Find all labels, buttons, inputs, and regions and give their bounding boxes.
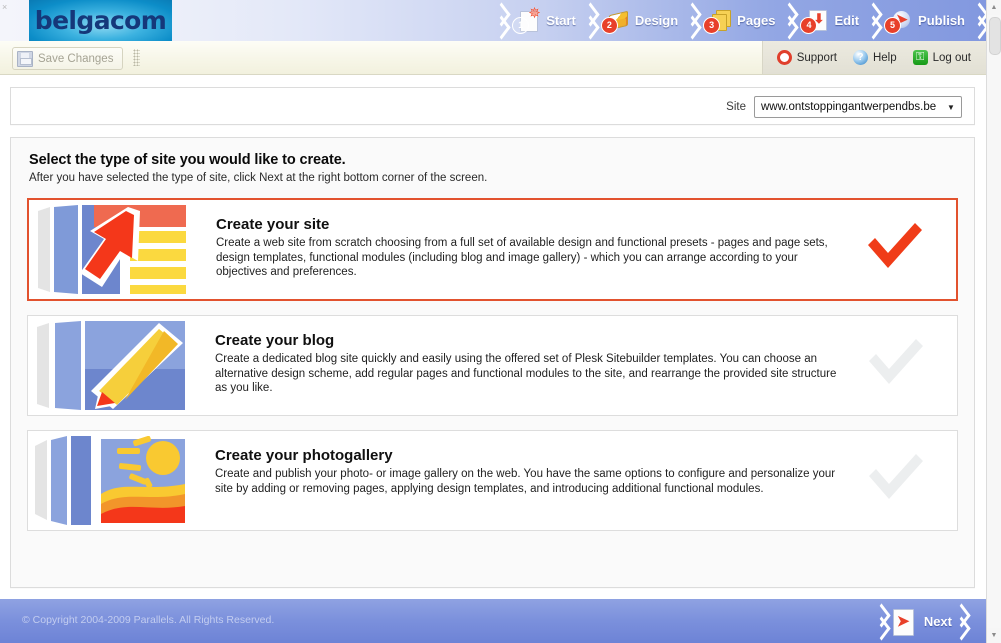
next-page-icon: ➤ [892,608,916,636]
checkmark-icon [866,222,924,270]
checkmark-icon [867,453,925,501]
support-link[interactable]: Support [776,50,837,65]
chevron-separator-icon [780,0,797,41]
application-footer: © Copyright 2004-2009 Parallels. All Rig… [0,598,987,643]
chevron-separator-icon [492,0,509,41]
site-label: Site [726,101,746,113]
vertical-scrollbar[interactable]: ▲ ▼ [986,0,1001,643]
option-title: Create your blog [215,332,335,349]
step-pages[interactable]: 3 Pages [700,0,780,41]
option-check-area[interactable] [849,316,957,415]
step-label: Start [546,13,576,28]
help-link[interactable]: ? Help [852,50,897,65]
step-label: Design [634,13,679,28]
logout-label: Log out [932,51,971,64]
save-changes-button[interactable]: Save Changes [12,47,124,70]
step-publish[interactable]: ➤ 5 Publish [881,0,970,41]
design-icon: 2 [600,7,631,35]
main-content-area: Site www.ontstoppingantwerpendbs.be ▼ Se… [0,75,987,598]
step-number: 5 [884,16,902,34]
site-selected-value: www.ontstoppingantwerpendbs.be [761,101,937,113]
step-label: Pages [737,13,776,28]
option-title: Create your photogallery [215,447,393,464]
help-label: Help [872,51,897,64]
option-create-your-photogallery[interactable]: Create your photogallery Create and publ… [27,430,958,531]
option-description: Create a dedicated blog site quickly and… [215,353,837,394]
step-design[interactable]: 2 Design [598,0,683,41]
site-selector-panel: Site www.ontstoppingantwerpendbs.be ▼ [10,87,975,125]
step-start[interactable]: ✵ 1 Start [509,0,581,41]
option-description: Create and publish your photo- or image … [215,468,836,495]
scroll-up-arrow-icon[interactable]: ▲ [987,0,1001,15]
chevron-separator-icon [970,0,987,41]
publish-icon: ➤ 5 [884,7,914,35]
thumb-art-site [34,205,186,294]
chevron-separator-icon [581,0,598,41]
sun-photo-thumbnail [33,436,185,525]
logout-link[interactable]: ⚿ Log out [912,50,971,65]
action-toolbar: Save Changes Support ? Help ⚿ Log out [0,41,987,75]
thumb-art-photogallery [33,436,185,525]
edit-icon: ⬇ 4 [800,7,830,35]
next-button[interactable]: ➤ Next [872,599,969,643]
option-text-block: Create your site Create a web site from … [186,200,848,299]
option-title: Create your site [216,216,330,233]
site-select[interactable]: www.ontstoppingantwerpendbs.be ▼ [754,96,962,118]
option-text-block: Create your photogallery Create and publ… [185,431,849,530]
application-header: belgacom ✵ 1 Start 2 Design 3 Pages ⬇ 4 … [0,0,987,41]
copyright-text: © Copyright 2004-2009 Parallels. All Rig… [22,614,275,626]
checkmark-icon [867,338,925,386]
step-number: 1 [512,16,530,34]
option-check-area[interactable] [848,200,956,299]
site-selector-row: Site www.ontstoppingantwerpendbs.be ▼ [726,96,962,118]
window-corner-mark: × [2,2,8,12]
pencil-blog-thumbnail [33,321,185,410]
site-type-options: Create your site Create a web site from … [27,198,958,531]
belgacom-logo[interactable]: belgacom [29,0,172,41]
step-number: 2 [600,16,618,34]
question-mark-icon: ? [852,50,868,65]
floppy-disk-icon [17,50,33,67]
chevron-down-icon: ▼ [947,102,955,112]
arrow-site-thumbnail [34,205,186,294]
lifebuoy-icon [776,50,792,65]
scroll-down-arrow-icon[interactable]: ▼ [987,628,1001,643]
utility-links: Support ? Help ⚿ Log out [761,41,987,74]
scrollbar-thumb[interactable] [989,17,1001,55]
step-label: Publish [918,13,965,28]
step-number: 3 [703,16,721,34]
save-changes-label: Save Changes [38,52,114,65]
chevron-separator-icon [683,0,700,41]
start-icon: ✵ 1 [512,6,542,35]
chevron-separator-icon [864,0,881,41]
support-label: Support [796,51,837,64]
pages-icon: 3 [703,7,733,35]
next-label: Next [923,613,952,629]
option-create-your-site[interactable]: Create your site Create a web site from … [27,198,958,301]
option-create-your-blog[interactable]: Create your blog Create a dedicated blog… [27,315,958,416]
chevron-separator-icon [872,601,889,642]
drag-handle-icon[interactable] [133,49,140,66]
option-text-block: Create your blog Create a dedicated blog… [185,316,849,415]
thumb-art-blog [33,321,185,410]
option-description: Create a web site from scratch choosing … [216,237,828,278]
scrollbar-track[interactable] [987,15,1001,628]
chevron-separator-icon [952,601,969,642]
step-label: Edit [834,13,860,28]
logo-text: belgacom [34,6,167,35]
step-edit[interactable]: ⬇ 4 Edit [797,0,864,41]
site-type-panel: Select the type of site you would like t… [10,137,975,588]
option-check-area[interactable] [849,431,957,530]
step-number: 4 [800,16,818,34]
page-heading-block: Select the type of site you would like t… [11,138,974,184]
key-icon: ⚿ [912,50,928,65]
page-title: Select the type of site you would like t… [29,152,346,168]
page-subtitle: After you have selected the type of site… [29,172,488,184]
wizard-steps-nav: ✵ 1 Start 2 Design 3 Pages ⬇ 4 Edit ➤ 5 … [492,0,987,41]
